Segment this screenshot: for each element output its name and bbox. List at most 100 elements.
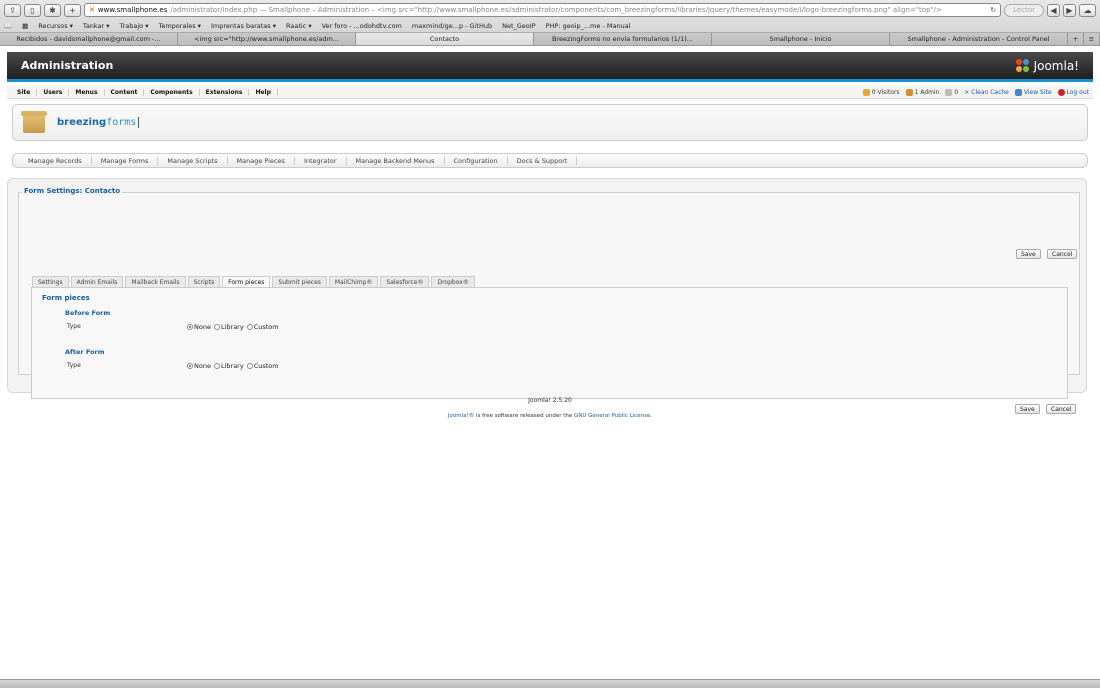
browser-tab[interactable]: Recibidos - davidsmallphone@gmail.com -.… — [0, 33, 178, 45]
clean-cache-icon: ✕ — [964, 88, 970, 96]
tab-scripts[interactable]: Scripts — [187, 276, 221, 287]
after-none-radio[interactable] — [187, 363, 193, 369]
mail-icon — [945, 88, 953, 96]
bookmark-item[interactable]: Tankar ▾ — [83, 22, 110, 30]
clean-cache-label: Clean Cache — [971, 88, 1009, 96]
joomla-link[interactable]: Joomla!® — [448, 413, 474, 419]
bookmarks-book-icon[interactable]: 📖 — [4, 22, 12, 30]
menu-components[interactable]: Components — [144, 88, 200, 96]
menu-users[interactable]: Users — [37, 88, 70, 96]
tab-mailchimp[interactable]: MailChimp® — [328, 276, 379, 287]
bookmark-item[interactable]: Recursos ▾ — [38, 22, 73, 30]
submenu-manage-scripts[interactable]: Manage Scripts — [158, 156, 228, 165]
submenu-manage-forms[interactable]: Manage Forms — [92, 156, 159, 165]
menu-extensions[interactable]: Extensions — [200, 88, 250, 96]
admins-label: 1 Admin — [914, 88, 940, 96]
logo-text-part1: breezing — [57, 117, 107, 128]
browser-tab[interactable]: Smallphone - Administration - Control Pa… — [890, 33, 1068, 45]
menu-content[interactable]: Content — [105, 88, 145, 96]
plus-icon: + — [69, 5, 76, 15]
bookmark-item[interactable]: maxmind/ge...p - GitHub — [412, 22, 492, 30]
page-title: Administration — [21, 59, 114, 72]
before-library-radio[interactable] — [213, 324, 220, 330]
new-tab-button[interactable]: + — [64, 3, 81, 17]
reader-button[interactable]: Lector — [1004, 3, 1044, 17]
before-none-radio[interactable] — [187, 324, 193, 330]
gpl-link[interactable]: GNU General Public License. — [574, 413, 652, 419]
visitors-status: 0 Visitors — [862, 88, 900, 96]
extension-button[interactable]: ✱ — [44, 3, 61, 17]
visitors-label: 0 Visitors — [871, 88, 900, 96]
bookmark-item[interactable]: Raatic ▾ — [286, 22, 312, 30]
bookmark-item[interactable]: Imprentas baratas ▾ — [211, 22, 276, 30]
tab-dropbox[interactable]: Dropbox® — [431, 276, 475, 287]
bookmark-item[interactable]: Ver foro - ...odohdtv.com — [322, 22, 402, 30]
tab-overview-button[interactable]: ≡ — [1084, 33, 1100, 45]
messages-status[interactable]: 0 — [945, 88, 959, 96]
browser-tab[interactable]: BreezingForms no envía formularios (1/1)… — [534, 33, 712, 45]
submenu-manage-records[interactable]: Manage Records — [19, 156, 92, 165]
after-library-radio[interactable] — [213, 363, 220, 369]
admin-menubar: Site Users Menus Content Components Exte… — [7, 86, 1093, 99]
tab-salesforce[interactable]: Salesforce® — [380, 276, 430, 287]
after-library-label: Library — [220, 362, 244, 370]
puzzle-icon: ✱ — [49, 5, 56, 15]
page-content: Administration Joomla! Site Users Menus … — [0, 47, 1100, 688]
tab-form-pieces[interactable]: Form pieces — [222, 276, 271, 287]
sidebar-button[interactable]: ▯ — [24, 3, 41, 17]
browser-tab[interactable]: <img src="http://www.smallphone.es/adm..… — [178, 33, 356, 45]
license-text: is free software released under the — [474, 413, 574, 419]
forward-icon: ▶ — [1066, 5, 1073, 15]
submenu-configuration[interactable]: Configuration — [445, 156, 508, 165]
menu-menus[interactable]: Menus — [69, 88, 105, 96]
before-custom-radio[interactable] — [246, 324, 253, 330]
forward-button[interactable]: ▶ — [1063, 3, 1076, 17]
menu-help[interactable]: Help — [249, 88, 278, 96]
add-tab-button[interactable]: + — [1068, 33, 1084, 45]
browser-tab[interactable]: Smallphone - Inicio — [712, 33, 890, 45]
tab-submit-pieces[interactable]: Submit pieces — [272, 276, 327, 287]
admin-header: Administration Joomla! — [7, 52, 1093, 82]
after-type-radios: None Library Custom — [185, 362, 279, 370]
before-form-heading: Before Form — [65, 309, 111, 317]
bookmark-item[interactable]: Net_GeoIP — [502, 22, 536, 30]
tab-settings[interactable]: Settings — [32, 276, 69, 287]
submenu-manage-pieces[interactable]: Manage Pieces — [228, 156, 295, 165]
logout-link[interactable]: Log out — [1057, 88, 1089, 96]
clean-cache-link[interactable]: ✕ Clean Cache — [964, 89, 1009, 96]
breezingforms-logo: breezing forms — [57, 117, 140, 128]
share-button[interactable]: ⇪ — [4, 3, 21, 17]
logo-text-part2: forms — [106, 117, 137, 128]
breezingforms-box-icon — [21, 110, 47, 133]
url-path: /administrator/index.php — Smallphone – … — [170, 6, 942, 14]
users-icon — [862, 88, 870, 96]
after-none-label: None — [194, 362, 211, 370]
browser-chrome: ⇪ ▯ ✱ + ✕ www.smallphone.es/administrato… — [0, 0, 1100, 46]
url-host: www.smallphone.es — [97, 6, 168, 14]
tab-admin-emails[interactable]: Admin Emails — [70, 276, 124, 287]
submenu-backend-menus[interactable]: Manage Backend Menus — [347, 156, 445, 165]
back-button[interactable]: ◀ — [1047, 3, 1060, 17]
component-logo-panel: breezing forms — [12, 104, 1088, 141]
bookmark-item[interactable]: Trabajo ▾ — [120, 22, 149, 30]
browser-tabs: Recibidos - davidsmallphone@gmail.com -.… — [0, 32, 1100, 45]
menu-site[interactable]: Site — [11, 88, 38, 96]
tab-mailback-emails[interactable]: Mailback Emails — [125, 276, 186, 287]
after-custom-radio[interactable] — [246, 363, 253, 369]
cloud-button[interactable]: ☁ — [1079, 3, 1096, 17]
reload-icon[interactable]: ↻ — [990, 6, 996, 14]
submenu-docs-support[interactable]: Docs & Support — [508, 156, 578, 165]
tab-list-icon: ≡ — [1088, 35, 1095, 43]
before-library-label: Library — [220, 323, 244, 331]
submenu-integrator[interactable]: Integrator — [295, 156, 347, 165]
messages-count: 0 — [954, 88, 959, 96]
bookmark-item[interactable]: PHP: geoip_...me - Manual — [546, 22, 631, 30]
browser-tab-active[interactable]: Contacto — [356, 33, 534, 45]
url-bar[interactable]: ✕ www.smallphone.es/administrator/index.… — [84, 3, 1002, 17]
view-site-link[interactable]: View Site — [1014, 88, 1052, 96]
reading-list-icon: ▯ — [30, 5, 35, 15]
bookmark-item[interactable]: Temporales ▾ — [158, 22, 200, 30]
top-sites-grid-icon[interactable]: ▦ — [22, 22, 28, 30]
form-tabs: Settings Admin Emails Mailback Emails Sc… — [32, 276, 475, 287]
back-icon: ◀ — [1050, 5, 1057, 15]
